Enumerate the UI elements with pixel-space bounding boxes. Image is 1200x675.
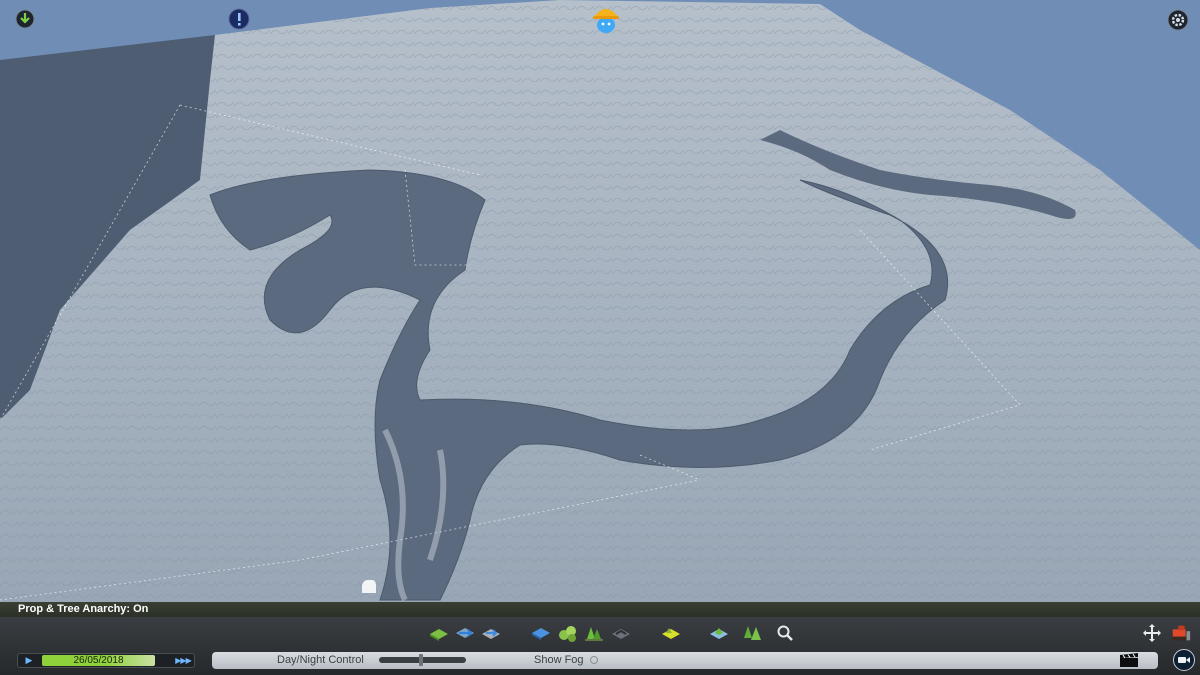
day-night-label: Day/Night Control xyxy=(277,654,364,666)
time-panel: ▶ 26/05/2018 ▶▶▶ xyxy=(17,653,195,668)
search-icon[interactable] xyxy=(774,622,796,644)
ditch-icon[interactable] xyxy=(610,622,632,644)
map-grid-icon[interactable] xyxy=(708,622,730,644)
show-fog-label: Show Fog xyxy=(534,654,584,666)
play-icon[interactable]: ▶ xyxy=(18,654,40,667)
resources-icon[interactable] xyxy=(557,622,579,644)
date-label: 26/05/2018 xyxy=(73,655,124,666)
status-text: Prop & Tree Anarchy: On xyxy=(18,603,149,615)
options-gear-icon[interactable] xyxy=(1166,8,1190,32)
map-viewport[interactable] xyxy=(0,0,1200,602)
forest-icon[interactable] xyxy=(741,622,763,644)
landscaping-icon[interactable] xyxy=(660,622,682,644)
free-camera-icon[interactable] xyxy=(1173,649,1195,671)
building-marker-icon[interactable] xyxy=(358,576,380,596)
environment-panel: Day/Night Control Show Fog xyxy=(212,652,1158,669)
trees-icon[interactable] xyxy=(583,622,605,644)
chirper-bird-icon[interactable] xyxy=(588,2,624,36)
info-alert-icon[interactable] xyxy=(227,7,251,31)
water-source-icon[interactable] xyxy=(454,622,476,644)
show-fog-toggle[interactable] xyxy=(590,656,598,664)
terrain-level-icon[interactable] xyxy=(428,622,450,644)
download-mod-icon[interactable] xyxy=(14,8,36,30)
status-bar: Prop & Tree Anarchy: On xyxy=(0,602,1200,617)
terrain-view[interactable] xyxy=(0,0,1200,602)
day-night-slider-handle[interactable] xyxy=(418,654,423,666)
bulldozer-icon[interactable] xyxy=(1170,622,1192,644)
terrain-shift-icon[interactable] xyxy=(480,622,502,644)
cinematic-camera-icon[interactable] xyxy=(1117,652,1141,669)
speed-icon[interactable]: ▶▶▶ xyxy=(172,654,194,667)
water-tool-icon[interactable] xyxy=(530,622,552,644)
move-icon[interactable] xyxy=(1141,622,1163,644)
